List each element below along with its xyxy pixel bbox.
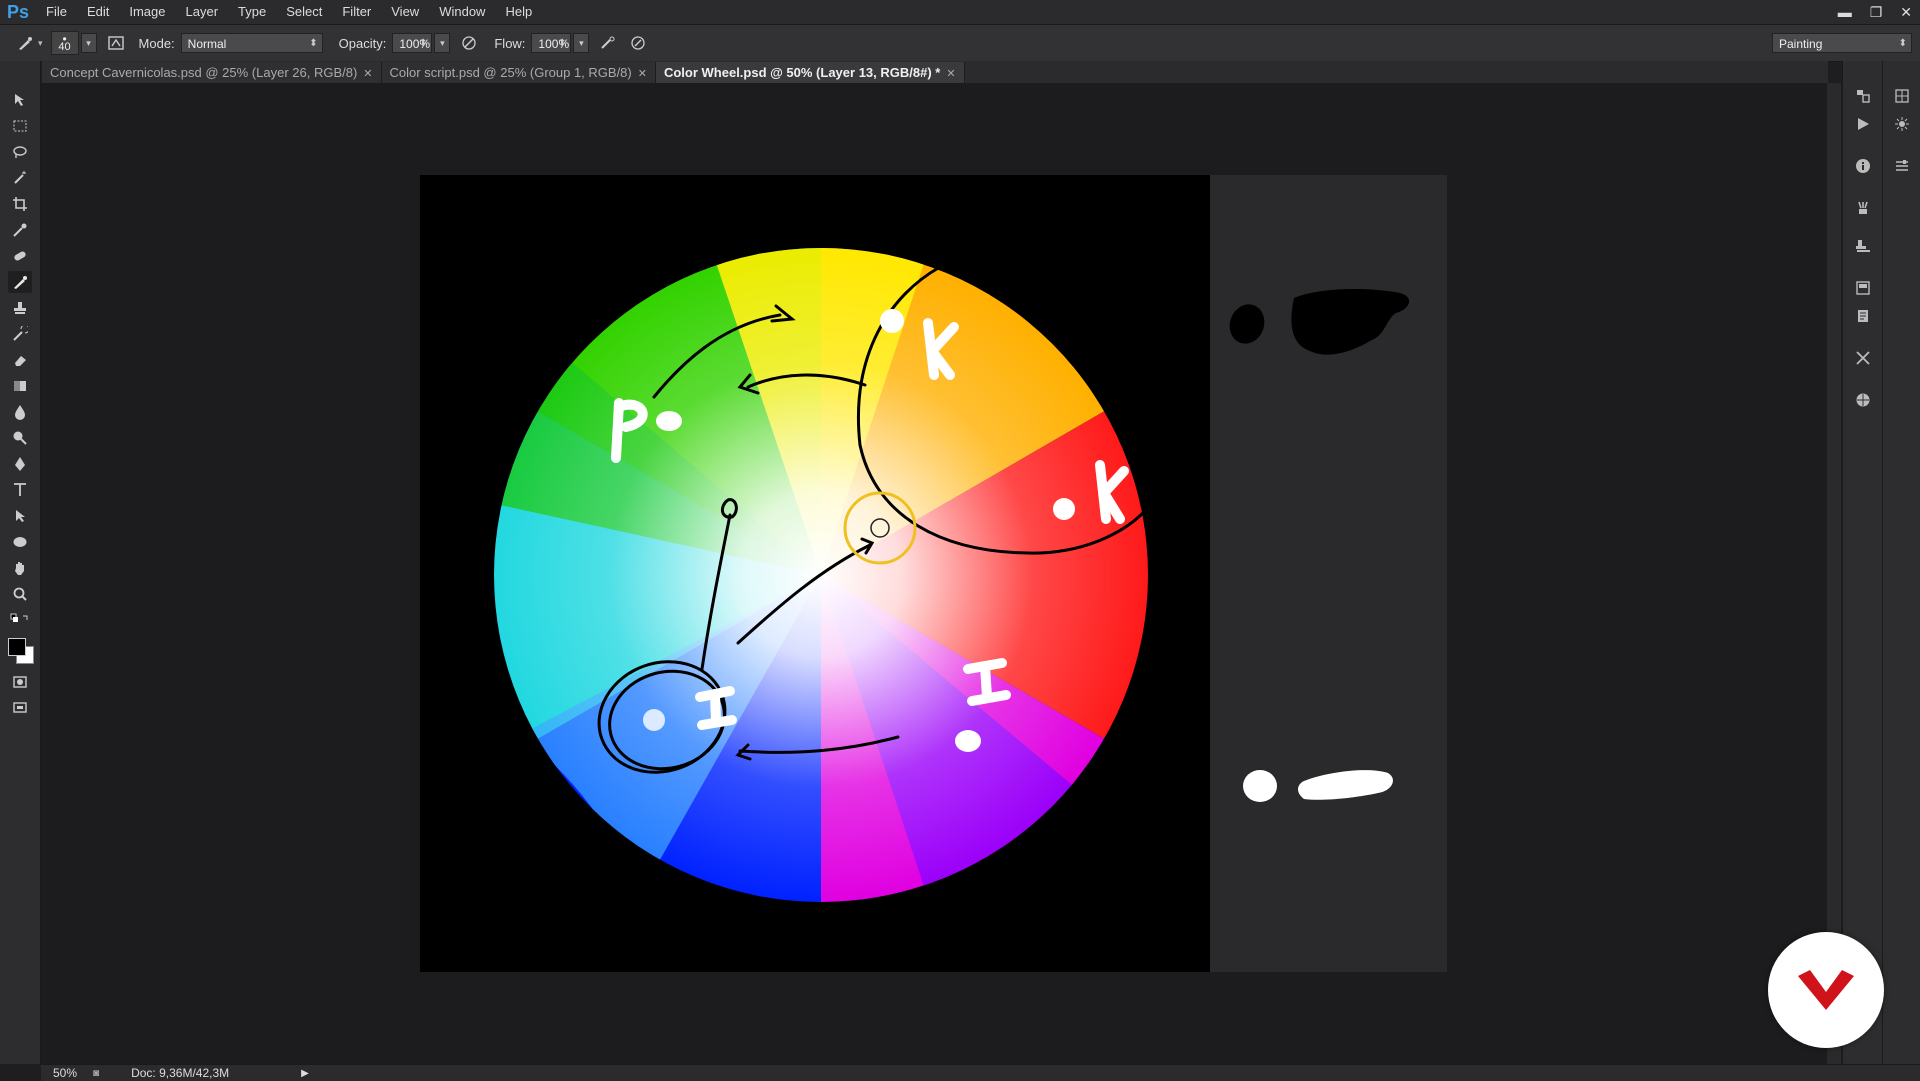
- magic-wand-tool-icon[interactable]: [8, 167, 32, 189]
- screen-mode-icon[interactable]: [8, 697, 32, 719]
- menu-image[interactable]: Image: [119, 0, 175, 24]
- tab-label: Color script.psd @ 25% (Group 1, RGB/8): [389, 65, 632, 80]
- info-panel-icon[interactable]: [1851, 155, 1875, 177]
- move-tool-icon[interactable]: [8, 89, 32, 111]
- tools-panel: [0, 61, 41, 1064]
- brush-panel-toggle-icon[interactable]: [105, 32, 127, 54]
- menu-window[interactable]: Window: [429, 0, 495, 24]
- pressure-size-icon[interactable]: [627, 32, 649, 54]
- brush-presets-panel-icon[interactable]: [1851, 197, 1875, 219]
- close-icon[interactable]: ✕: [1900, 0, 1912, 24]
- opacity-label: Opacity:: [338, 35, 387, 51]
- mode-select[interactable]: Normal: [180, 33, 323, 54]
- menu-bar: Ps File Edit Image Layer Type Select Fil…: [0, 0, 1920, 25]
- watermark-logo: [1768, 932, 1884, 1048]
- properties-panel-icon[interactable]: [1890, 155, 1914, 177]
- status-menu-arrow-icon[interactable]: ▶: [301, 1068, 309, 1079]
- color-wheel-artwork: [494, 248, 1152, 902]
- actions-panel-icon[interactable]: [1851, 113, 1875, 135]
- status-bar: 50% ◙ Doc: 9,36M/42,3M ▶: [41, 1064, 1920, 1081]
- close-icon[interactable]: ✕: [946, 68, 955, 80]
- brush-tool-icon[interactable]: [8, 271, 32, 293]
- document-swatch-area[interactable]: [1210, 175, 1447, 972]
- color-wheel: [494, 248, 1148, 902]
- history-panel-icon[interactable]: [1851, 85, 1875, 107]
- crop-tool-icon[interactable]: [8, 193, 32, 215]
- tab-label: Concept Cavernicolas.psd @ 25% (Layer 26…: [50, 65, 358, 80]
- menu-layer[interactable]: Layer: [176, 0, 229, 24]
- airbrush-icon[interactable]: [597, 32, 619, 54]
- flow-input[interactable]: 100%: [531, 33, 572, 54]
- pen-tool-icon[interactable]: [8, 453, 32, 475]
- flow-dropdown[interactable]: ▾: [573, 33, 590, 53]
- brush-tool-preset-icon[interactable]: [14, 32, 36, 54]
- options-bar: ▾ 40 ▾ Mode: Normal Opacity: 100% ▾ Flow…: [0, 24, 1920, 62]
- document-tab-bar: Concept Cavernicolas.psd @ 25% (Layer 26…: [42, 61, 1828, 83]
- menu-help[interactable]: Help: [495, 0, 542, 24]
- swap-colors-icon[interactable]: [8, 609, 32, 631]
- tab-color-script[interactable]: Color script.psd @ 25% (Group 1, RGB/8) ✕: [381, 62, 656, 83]
- minimize-icon[interactable]: ▬: [1838, 0, 1852, 24]
- menu-filter[interactable]: Filter: [332, 0, 381, 24]
- tab-concept-cavernicolas[interactable]: Concept Cavernicolas.psd @ 25% (Layer 26…: [42, 62, 382, 83]
- path-selection-tool-icon[interactable]: [8, 505, 32, 527]
- eraser-tool-icon[interactable]: [8, 349, 32, 371]
- document-canvas[interactable]: [420, 175, 1210, 972]
- zoom-tool-icon[interactable]: [8, 583, 32, 605]
- type-tool-icon[interactable]: [8, 479, 32, 501]
- swatch-strokes: [1229, 288, 1410, 802]
- panel-dock-secondary: [1882, 61, 1920, 1064]
- window-controls: ▬ ❐ ✕: [1838, 0, 1912, 24]
- foreground-color-swatch[interactable]: [8, 638, 26, 656]
- preset-dropdown-icon[interactable]: ▾: [38, 38, 43, 49]
- panel-dock-icons: [1842, 61, 1883, 1064]
- watermark-chevron-icon: [1798, 970, 1854, 1010]
- status-info-icon[interactable]: ◙: [93, 1068, 99, 1079]
- tool-presets-panel-icon[interactable]: [1851, 347, 1875, 369]
- pressure-opacity-icon[interactable]: [458, 32, 480, 54]
- dodge-tool-icon[interactable]: [8, 427, 32, 449]
- menu-select[interactable]: Select: [276, 0, 332, 24]
- opacity-dropdown[interactable]: ▾: [434, 33, 451, 53]
- vertical-scrollbar[interactable]: [1827, 83, 1841, 1064]
- mode-label: Mode:: [138, 35, 175, 51]
- blur-tool-icon[interactable]: [8, 401, 32, 423]
- menu-type[interactable]: Type: [228, 0, 276, 24]
- close-icon[interactable]: ✕: [363, 68, 372, 80]
- clone-source-panel-icon[interactable]: [1851, 235, 1875, 257]
- eyedropper-tool-icon[interactable]: [8, 219, 32, 241]
- photoshop-logo-icon: Ps: [6, 1, 30, 22]
- healing-brush-tool-icon[interactable]: [8, 245, 32, 267]
- swatches-panel-icon[interactable]: [1890, 85, 1914, 107]
- brush-size-dropdown[interactable]: ▾: [80, 33, 97, 53]
- tab-color-wheel[interactable]: Color Wheel.psd @ 50% (Layer 13, RGB/8#)…: [655, 62, 965, 83]
- ellipse-tool-icon[interactable]: [8, 531, 32, 553]
- workspace-select[interactable]: Painting: [1772, 33, 1912, 54]
- marquee-tool-icon[interactable]: [8, 115, 32, 137]
- history-brush-tool-icon[interactable]: [8, 323, 32, 345]
- brush-size-picker[interactable]: 40: [50, 24, 79, 55]
- zoom-level[interactable]: 50%: [53, 1066, 77, 1080]
- quick-mask-icon[interactable]: [8, 671, 32, 693]
- adjustments-panel-icon[interactable]: [1890, 113, 1914, 135]
- tab-label: Color Wheel.psd @ 50% (Layer 13, RGB/8#)…: [663, 65, 941, 80]
- hand-tool-icon[interactable]: [8, 557, 32, 579]
- 3d-panel-icon[interactable]: [1851, 389, 1875, 411]
- menu-edit[interactable]: Edit: [77, 0, 119, 24]
- flow-label: Flow:: [494, 35, 526, 51]
- menu-file[interactable]: File: [36, 0, 77, 24]
- opacity-input[interactable]: 100%: [392, 33, 433, 54]
- layer-comps-panel-icon[interactable]: [1851, 277, 1875, 299]
- notes-panel-icon[interactable]: [1851, 305, 1875, 327]
- close-icon[interactable]: ✕: [638, 68, 647, 80]
- gradient-tool-icon[interactable]: [8, 375, 32, 397]
- menu-view[interactable]: View: [381, 0, 429, 24]
- document-size: Doc: 9,36M/42,3M: [131, 1066, 230, 1080]
- clone-stamp-tool-icon[interactable]: [8, 297, 32, 319]
- restore-icon[interactable]: ❐: [1870, 0, 1883, 24]
- color-swatches[interactable]: [6, 636, 36, 666]
- lasso-tool-icon[interactable]: [8, 141, 32, 163]
